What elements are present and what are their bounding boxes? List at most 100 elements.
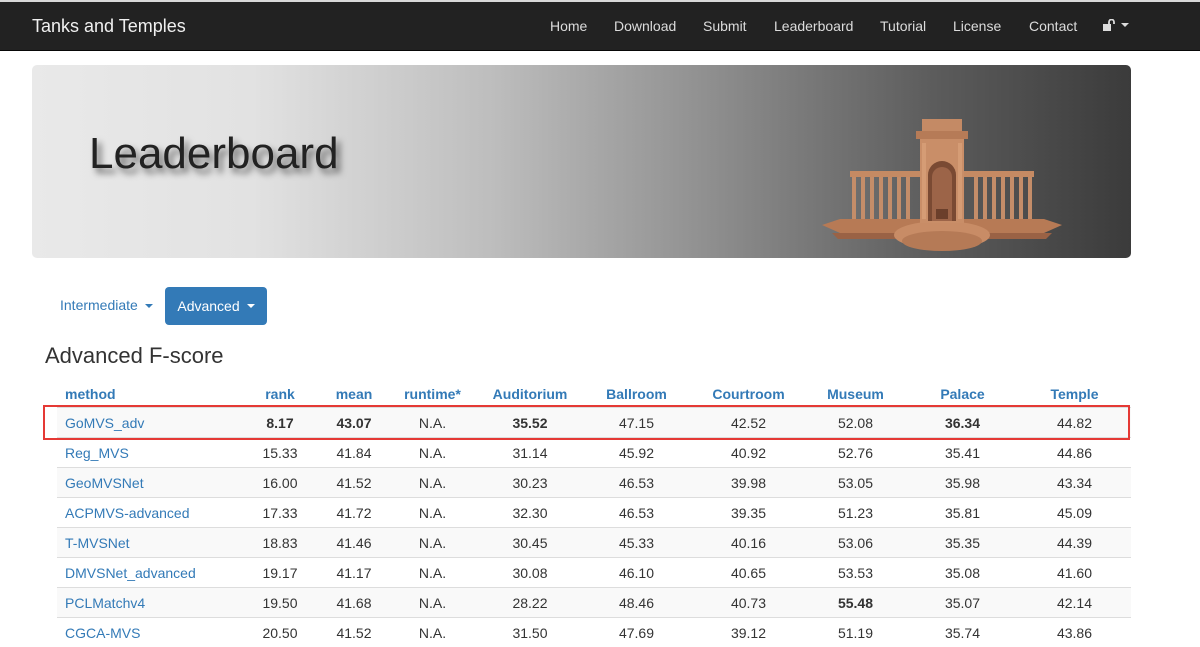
advanced-dropdown[interactable]: Advanced (165, 287, 267, 325)
cell-temple: 44.82 (1018, 408, 1131, 438)
cell-method[interactable]: GoMVS_adv (57, 408, 237, 438)
nav-leaderboard[interactable]: Leaderboard (774, 18, 853, 34)
cell-rank: 15.33 (237, 438, 323, 468)
cell-runtime: N.A. (385, 438, 480, 468)
cell-mean: 41.68 (323, 588, 385, 618)
banner-title: Leaderboard (89, 129, 339, 179)
leaderboard-banner: Leaderboard (32, 65, 1131, 258)
cell-mean: 43.07 (323, 408, 385, 438)
cell-rank: 19.50 (237, 588, 323, 618)
nav-tutorial[interactable]: Tutorial (880, 18, 926, 34)
header-ballroom[interactable]: Ballroom (580, 380, 693, 408)
cell-rank: 20.50 (237, 618, 323, 647)
cell-method[interactable]: GeoMVSNet (57, 468, 237, 498)
cell-method[interactable]: PCLMatchv4 (57, 588, 237, 618)
cell-mean: 41.52 (323, 618, 385, 647)
header-temple[interactable]: Temple (1018, 380, 1131, 408)
cell-courtroom: 39.98 (693, 468, 804, 498)
cell-museum: 55.48 (804, 588, 907, 618)
cell-rank: 16.00 (237, 468, 323, 498)
cell-runtime: N.A. (385, 498, 480, 528)
cell-courtroom: 40.73 (693, 588, 804, 618)
cell-ballroom: 45.33 (580, 528, 693, 558)
cell-museum: 52.76 (804, 438, 907, 468)
table-row: Reg_MVS15.3341.84N.A.31.1445.9240.9252.7… (57, 438, 1131, 468)
cell-palace: 35.41 (907, 438, 1018, 468)
cell-courtroom: 40.92 (693, 438, 804, 468)
cell-mean: 41.72 (323, 498, 385, 528)
cell-method[interactable]: ACPMVS-advanced (57, 498, 237, 528)
cell-runtime: N.A. (385, 618, 480, 647)
advanced-label: Advanced (177, 298, 239, 314)
nav-download[interactable]: Download (614, 18, 676, 34)
cell-rank: 17.33 (237, 498, 323, 528)
cell-mean: 41.17 (323, 558, 385, 588)
cell-museum: 52.08 (804, 408, 907, 438)
header-courtroom[interactable]: Courtroom (693, 380, 804, 408)
cell-temple: 41.60 (1018, 558, 1131, 588)
header-method[interactable]: method (57, 380, 237, 408)
cell-ballroom: 46.10 (580, 558, 693, 588)
temple-model-illustration (822, 117, 1062, 257)
cell-temple: 43.86 (1018, 618, 1131, 647)
nav-license[interactable]: License (953, 18, 1001, 34)
chevron-down-icon (1121, 23, 1129, 27)
cell-courtroom: 40.65 (693, 558, 804, 588)
table-row: CGCA-MVS20.5041.52N.A.31.5047.6939.1251.… (57, 618, 1131, 647)
cell-palace: 35.81 (907, 498, 1018, 528)
cell-method[interactable]: CGCA-MVS (57, 618, 237, 647)
header-auditorium[interactable]: Auditorium (480, 380, 580, 408)
chevron-down-icon (145, 304, 153, 308)
cell-runtime: N.A. (385, 468, 480, 498)
intermediate-dropdown[interactable]: Intermediate (46, 287, 167, 324)
cell-method[interactable]: DMVSNet_advanced (57, 558, 237, 588)
table-header-row: method rank mean runtime* Auditorium Bal… (57, 380, 1131, 408)
cell-palace: 35.07 (907, 588, 1018, 618)
cell-museum: 53.53 (804, 558, 907, 588)
cell-method[interactable]: Reg_MVS (57, 438, 237, 468)
cell-temple: 43.34 (1018, 468, 1131, 498)
cell-auditorium: 35.52 (480, 408, 580, 438)
nav-submit[interactable]: Submit (703, 18, 747, 34)
cell-museum: 51.19 (804, 618, 907, 647)
table-row: T-MVSNet18.8341.46N.A.30.4545.3340.1653.… (57, 528, 1131, 558)
leaderboard-table: method rank mean runtime* Auditorium Bal… (57, 380, 1131, 647)
header-runtime[interactable]: runtime* (385, 380, 480, 408)
header-museum[interactable]: Museum (804, 380, 907, 408)
header-rank[interactable]: rank (237, 380, 323, 408)
cell-palace: 35.08 (907, 558, 1018, 588)
cell-runtime: N.A. (385, 408, 480, 438)
login-dropdown[interactable] (1102, 19, 1129, 31)
cell-museum: 53.06 (804, 528, 907, 558)
cell-palace: 35.74 (907, 618, 1018, 647)
intermediate-label: Intermediate (60, 287, 138, 324)
nav-links: Home Download Submit Leaderboard Tutoria… (0, 18, 1200, 38)
table-row: DMVSNet_advanced19.1741.17N.A.30.0846.10… (57, 558, 1131, 588)
cell-rank: 19.17 (237, 558, 323, 588)
cell-ballroom: 46.53 (580, 498, 693, 528)
cell-rank: 8.17 (237, 408, 323, 438)
nav-home[interactable]: Home (550, 18, 587, 34)
header-mean[interactable]: mean (323, 380, 385, 408)
cell-courtroom: 39.35 (693, 498, 804, 528)
cell-runtime: N.A. (385, 588, 480, 618)
cell-museum: 51.23 (804, 498, 907, 528)
cell-auditorium: 30.08 (480, 558, 580, 588)
cell-auditorium: 30.45 (480, 528, 580, 558)
cell-method[interactable]: T-MVSNet (57, 528, 237, 558)
cell-temple: 44.86 (1018, 438, 1131, 468)
cell-courtroom: 40.16 (693, 528, 804, 558)
unlock-icon (1102, 19, 1115, 31)
cell-auditorium: 32.30 (480, 498, 580, 528)
cell-museum: 53.05 (804, 468, 907, 498)
table-body: GoMVS_adv8.1743.07N.A.35.5247.1542.5252.… (57, 408, 1131, 647)
chevron-down-icon (247, 304, 255, 308)
cell-runtime: N.A. (385, 528, 480, 558)
cell-palace: 35.35 (907, 528, 1018, 558)
cell-ballroom: 45.92 (580, 438, 693, 468)
cell-auditorium: 31.14 (480, 438, 580, 468)
cell-courtroom: 42.52 (693, 408, 804, 438)
header-palace[interactable]: Palace (907, 380, 1018, 408)
nav-contact[interactable]: Contact (1029, 18, 1077, 34)
cell-temple: 44.39 (1018, 528, 1131, 558)
